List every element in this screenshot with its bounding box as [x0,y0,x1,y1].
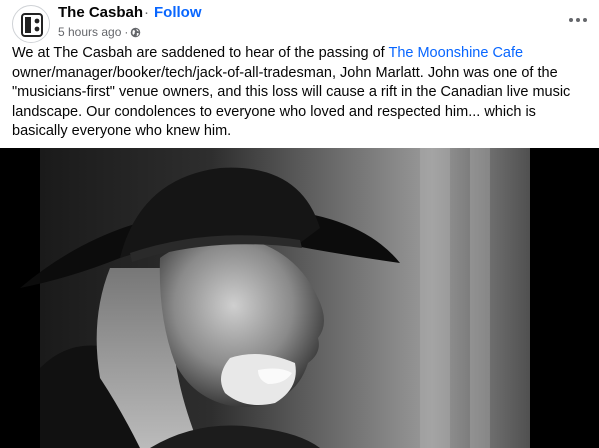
post-meta: 5 hours ago · [58,25,141,39]
post-text-part1: We at The Casbah are saddened to hear of… [12,45,389,61]
page-name[interactable]: The Casbah [58,4,143,22]
globe-icon[interactable] [130,27,141,38]
casbah-logo-icon [14,7,49,42]
more-dot [583,18,587,22]
post-text-part2: owner/manager/booker/tech/jack-of-all-tr… [12,64,571,140]
more-horizontal-icon [569,18,573,22]
post-timestamp[interactable]: 5 hours ago [58,25,121,39]
post-header: The Casbah · Follow 5 hours ago · [12,4,592,44]
page-avatar[interactable] [12,5,50,43]
photo-illustration [0,148,599,448]
moonshine-cafe-link[interactable]: The Moonshine Cafe [388,45,523,61]
timestamp-separator: · [124,25,129,39]
more-options-button[interactable] [564,8,592,32]
post-photo[interactable] [0,148,599,448]
post-message: We at The Casbah are saddened to hear of… [12,44,592,142]
more-dot [576,18,580,22]
follow-button[interactable]: Follow [154,4,202,22]
name-follow-separator: · [144,4,149,21]
